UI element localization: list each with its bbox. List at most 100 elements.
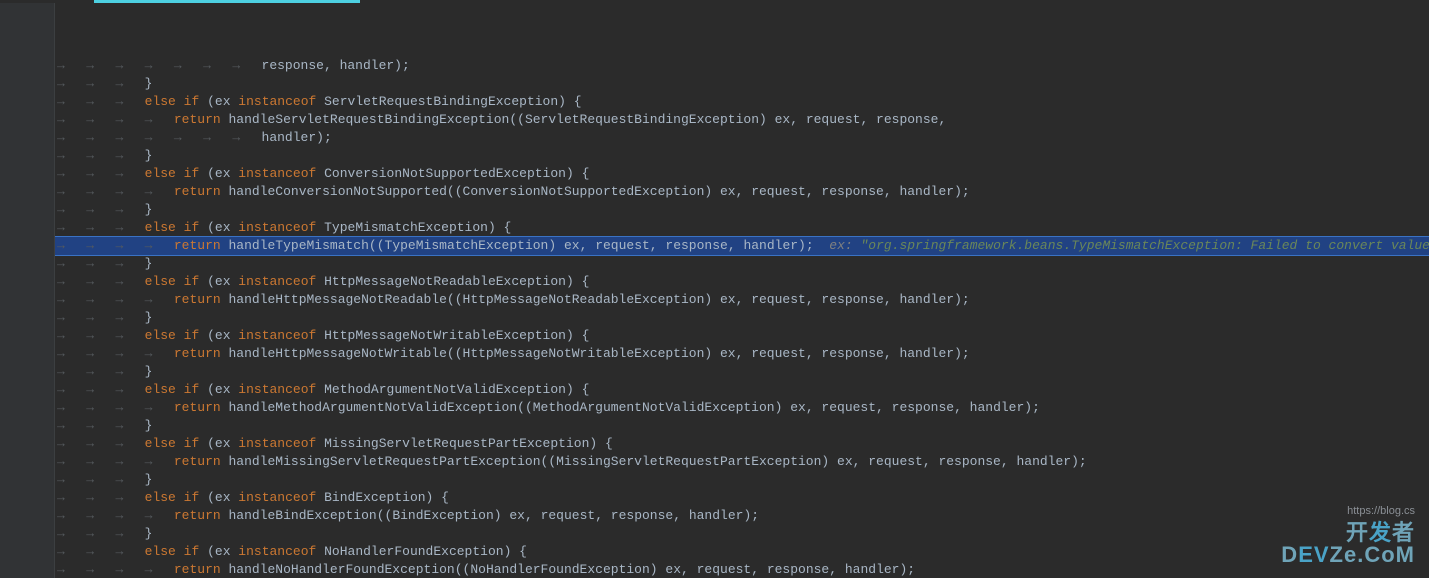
token-id: handler bbox=[262, 130, 317, 145]
code-line[interactable]: return handleMissingServletRequestPartEx… bbox=[55, 453, 1429, 471]
code-line[interactable]: else if (ex instanceof NoHandlerFoundExc… bbox=[55, 543, 1429, 561]
code-line[interactable]: else if (ex instanceof BindException) { bbox=[55, 489, 1429, 507]
token-p: , bbox=[938, 112, 946, 127]
code-editor[interactable]: response, handler); } else if (ex instan… bbox=[0, 3, 1429, 578]
token-fn: handleConversionNotSupported bbox=[228, 184, 446, 199]
token-kw: instanceof bbox=[238, 274, 324, 289]
token-id: response bbox=[892, 400, 954, 415]
indent-guide-icon bbox=[115, 202, 121, 217]
code-line[interactable]: } bbox=[55, 309, 1429, 327]
token-id: handler bbox=[899, 346, 954, 361]
token-p: , bbox=[884, 346, 900, 361]
code-line[interactable]: else if (ex instanceof MissingServletReq… bbox=[55, 435, 1429, 453]
indent-guide-icon bbox=[115, 256, 121, 271]
code-line[interactable]: return handleServletRequestBindingExcept… bbox=[55, 111, 1429, 129]
indent-guide-icon bbox=[203, 130, 209, 145]
code-line[interactable]: else if (ex instanceof HttpMessageNotWri… bbox=[55, 327, 1429, 345]
token-p: , bbox=[954, 400, 970, 415]
token-kw: else if bbox=[145, 382, 207, 397]
code-content[interactable]: response, handler); } else if (ex instan… bbox=[55, 57, 1429, 578]
token-id: ex bbox=[215, 382, 238, 397]
indent-guide-icon bbox=[174, 58, 180, 73]
token-p: ( bbox=[207, 382, 215, 397]
code-line[interactable]: return handleTypeMismatch((TypeMismatchE… bbox=[55, 236, 1429, 256]
code-line[interactable]: return handleHttpMessageNotReadable((Htt… bbox=[55, 291, 1429, 309]
code-line[interactable]: } bbox=[55, 471, 1429, 489]
token-p: ( bbox=[207, 544, 215, 559]
token-id: request bbox=[751, 346, 806, 361]
indent-guide-icon bbox=[57, 274, 63, 289]
token-id: response bbox=[821, 346, 883, 361]
token-id: MethodArgumentNotValidException bbox=[533, 400, 775, 415]
token-kw: return bbox=[174, 238, 229, 253]
code-line[interactable]: } bbox=[55, 255, 1429, 273]
code-line[interactable]: } bbox=[55, 363, 1429, 381]
indent-guide-icon bbox=[145, 130, 151, 145]
token-p: ) { bbox=[504, 544, 527, 559]
code-line[interactable]: return handleHttpMessageNotWritable((Htt… bbox=[55, 345, 1429, 363]
code-line[interactable]: else if (ex instanceof ServletRequestBin… bbox=[55, 93, 1429, 111]
indent-guide-icon bbox=[57, 310, 63, 325]
token-kw: instanceof bbox=[238, 220, 324, 235]
token-id: ex bbox=[665, 562, 681, 577]
token-id: handler bbox=[845, 562, 900, 577]
token-p: ) { bbox=[589, 436, 612, 451]
code-line[interactable]: else if (ex instanceof ConversionNotSupp… bbox=[55, 165, 1429, 183]
indent-guide-icon bbox=[57, 148, 63, 163]
token-id: response bbox=[665, 238, 727, 253]
indent-guide-icon bbox=[86, 94, 92, 109]
token-p: } bbox=[145, 364, 153, 379]
indent-guide-icon bbox=[86, 382, 92, 397]
indent-guide-icon bbox=[57, 256, 63, 271]
indent-guide-icon bbox=[86, 166, 92, 181]
code-line[interactable]: return handleConversionNotSupported((Con… bbox=[55, 183, 1429, 201]
code-line[interactable]: return handleMethodArgumentNotValidExcep… bbox=[55, 399, 1429, 417]
code-line[interactable]: } bbox=[55, 525, 1429, 543]
token-p: ) bbox=[704, 292, 720, 307]
indent-guide-icon bbox=[232, 58, 238, 73]
token-p: ) { bbox=[566, 328, 589, 343]
token-p: , bbox=[853, 454, 869, 469]
token-id: ServletRequestBindingException bbox=[324, 94, 558, 109]
indent-guide-icon bbox=[86, 472, 92, 487]
code-line[interactable]: } bbox=[55, 417, 1429, 435]
indent-guide-icon bbox=[145, 238, 151, 253]
indent-guide-icon bbox=[86, 418, 92, 433]
token-p: ); bbox=[394, 58, 410, 73]
indent-guide-icon bbox=[57, 382, 63, 397]
indent-guide-icon bbox=[86, 526, 92, 541]
token-p: , bbox=[1001, 454, 1017, 469]
token-p: ) bbox=[759, 112, 775, 127]
code-line[interactable]: else if (ex instanceof TypeMismatchExcep… bbox=[55, 219, 1429, 237]
indent-guide-icon bbox=[57, 472, 63, 487]
code-line[interactable]: return handleBindException((BindExceptio… bbox=[55, 507, 1429, 525]
token-id: ex bbox=[215, 328, 238, 343]
code-line[interactable]: } bbox=[55, 147, 1429, 165]
token-id: ex bbox=[509, 508, 525, 523]
token-id: handler bbox=[689, 508, 744, 523]
token-p: , bbox=[884, 184, 900, 199]
code-line[interactable]: } bbox=[55, 201, 1429, 219]
indent-guide-icon bbox=[145, 292, 151, 307]
token-p: ) bbox=[704, 346, 720, 361]
token-id: ConversionNotSupportedException bbox=[324, 166, 566, 181]
indent-guide-icon bbox=[86, 112, 92, 127]
token-id: handler bbox=[340, 58, 395, 73]
indent-guide-icon bbox=[57, 328, 63, 343]
code-line[interactable]: response, handler); bbox=[55, 57, 1429, 75]
indent-guide-icon bbox=[86, 508, 92, 523]
token-kw: instanceof bbox=[238, 382, 324, 397]
token-p: ) { bbox=[566, 382, 589, 397]
token-p: (( bbox=[447, 346, 463, 361]
token-p: ( bbox=[207, 436, 215, 451]
code-line[interactable]: else if (ex instanceof HttpMessageNotRea… bbox=[55, 273, 1429, 291]
indent-guide-icon bbox=[115, 364, 121, 379]
code-line[interactable]: } bbox=[55, 75, 1429, 93]
indent-guide-icon bbox=[86, 148, 92, 163]
token-p: , bbox=[736, 292, 752, 307]
indent-guide-icon bbox=[115, 112, 121, 127]
code-line[interactable]: else if (ex instanceof MethodArgumentNot… bbox=[55, 381, 1429, 399]
code-line[interactable]: handler); bbox=[55, 129, 1429, 147]
indent-guide-icon bbox=[86, 490, 92, 505]
code-line[interactable]: return handleNoHandlerFoundException((No… bbox=[55, 561, 1429, 578]
